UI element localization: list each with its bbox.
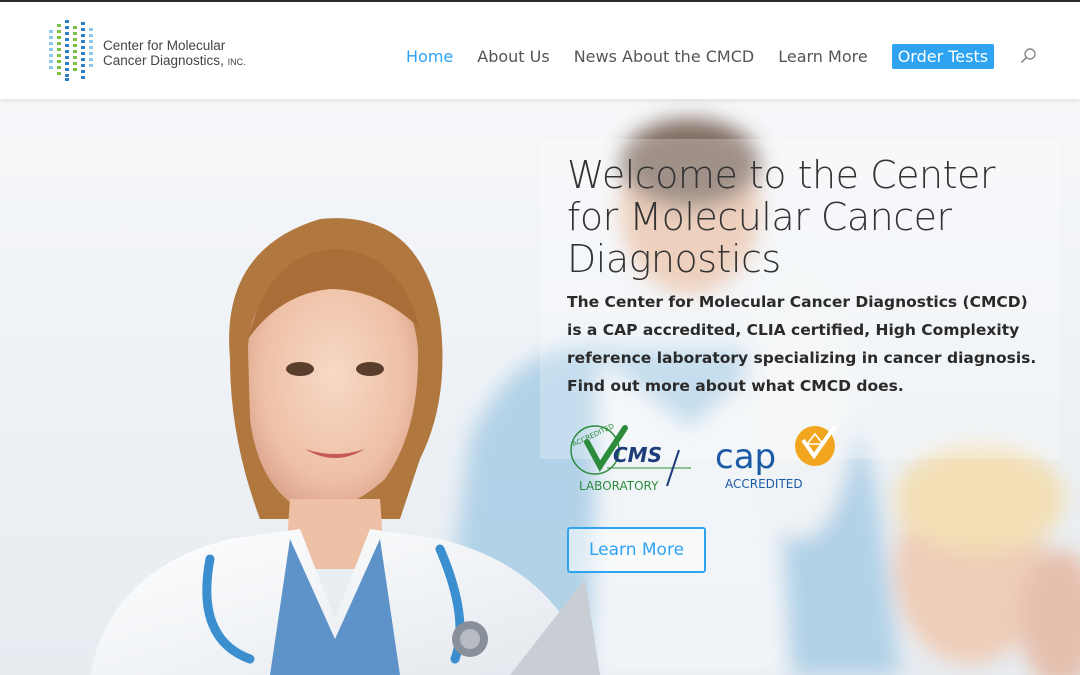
site-header: Center for Molecular Cancer Diagnostics,… xyxy=(0,0,1080,99)
site-logo[interactable]: Center for Molecular Cancer Diagnostics,… xyxy=(48,20,248,82)
hero-content: Welcome to the Center for Molecular Canc… xyxy=(567,154,1047,400)
hero-section: Welcome to the Center for Molecular Canc… xyxy=(0,99,1080,675)
nav-news[interactable]: News About the CMCD xyxy=(574,47,755,66)
order-tests-button[interactable]: Order Tests xyxy=(891,43,995,69)
logo-bars-icon xyxy=(49,20,93,81)
logo-line-2: Cancer Diagnostics, INC. xyxy=(103,53,246,68)
cap-mark-text: cap xyxy=(715,437,776,477)
nav-home[interactable]: Home xyxy=(406,47,453,66)
hero-description: The Center for Molecular Cancer Diagnost… xyxy=(567,293,1037,395)
nav-about-us[interactable]: About Us xyxy=(477,47,549,66)
cap-badge: cap ACCREDITED xyxy=(715,424,837,491)
logo-line-2-text: Cancer Diagnostics xyxy=(103,53,221,68)
nav-learn-more[interactable]: Learn More xyxy=(778,47,867,66)
main-nav: Home About Us News About the CMCD Learn … xyxy=(406,42,1038,70)
search-icon[interactable] xyxy=(1020,47,1038,65)
cap-accredited-text: ACCREDITED xyxy=(725,477,803,491)
learn-more-button[interactable]: Learn More xyxy=(567,527,706,573)
cms-mark-text: CMS xyxy=(613,443,662,467)
accreditation-badges: ACCREDITED CMS LABORATORY cap ACCREDITED xyxy=(570,422,837,493)
hero-title: Welcome to the Center for Molecular Canc… xyxy=(567,153,995,281)
logo-suffix: INC. xyxy=(227,57,246,67)
logo-text: Center for Molecular Cancer Diagnostics,… xyxy=(103,38,253,70)
cms-laboratory-text: LABORATORY xyxy=(579,479,659,493)
cms-badge: ACCREDITED CMS LABORATORY xyxy=(570,422,691,493)
logo-line-1: Center for Molecular xyxy=(103,38,226,53)
